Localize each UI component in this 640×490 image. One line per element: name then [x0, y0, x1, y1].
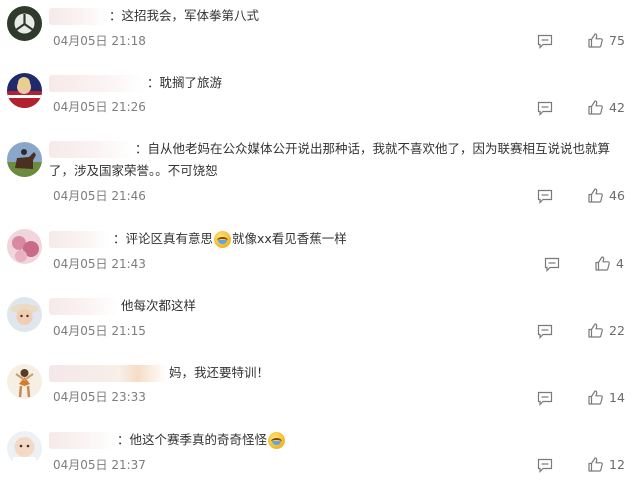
flower-avatar[interactable] — [7, 229, 42, 264]
username-blurred[interactable] — [49, 432, 115, 449]
comment-time: 04月05日 21:37 — [53, 458, 146, 472]
like-count: 46 — [609, 188, 625, 203]
flag-avatar[interactable] — [7, 73, 42, 108]
username-blurred[interactable] — [49, 8, 107, 25]
laughing-tears-icon — [268, 432, 286, 449]
comment-text: 妈，我还要特训！ — [169, 365, 270, 380]
comment-text: ：他这个赛季真的奇奇怪怪 — [117, 432, 268, 447]
comment-time: 04月05日 21:15 — [53, 324, 146, 338]
comment-time: 04月05日 21:43 — [53, 257, 146, 271]
comment-icon[interactable] — [537, 391, 553, 406]
comment-item: 妈，我还要特训！ 04月05日 23:33 14 — [0, 357, 640, 423]
comment-time: 04月05日 23:33 — [53, 390, 146, 404]
comment-text: ：评论区真有意思 — [113, 231, 214, 246]
comment-time: 04月05日 21:26 — [53, 100, 146, 114]
baby-avatar[interactable] — [7, 431, 42, 466]
girl-hat-avatar[interactable] — [7, 297, 42, 332]
like-button[interactable]: 4 — [595, 256, 624, 272]
like-count: 22 — [609, 323, 625, 338]
comment-icon[interactable] — [537, 101, 553, 116]
username-blurred[interactable] — [49, 365, 167, 382]
dancer-avatar[interactable] — [7, 364, 42, 399]
comment-text-after: 就像xx看见香蕉一样 — [232, 231, 347, 246]
thumbs-up-icon — [588, 33, 603, 48]
comment-text: 他每次都这样 — [121, 298, 197, 313]
like-count: 4 — [616, 256, 624, 271]
comment-icon[interactable] — [537, 189, 553, 204]
comment-time: 04月05日 21:46 — [53, 189, 146, 203]
like-button[interactable]: 22 — [588, 323, 625, 339]
like-count: 12 — [609, 457, 625, 472]
username-blurred[interactable] — [49, 141, 133, 158]
like-button[interactable]: 46 — [588, 188, 625, 204]
like-count: 75 — [609, 33, 625, 48]
like-button[interactable]: 75 — [588, 33, 625, 49]
comment-item: 他每次都这样 04月05日 21:15 22 — [0, 290, 640, 356]
thumbs-up-icon — [588, 457, 603, 472]
thumbs-up-icon — [588, 390, 603, 405]
comment-icon[interactable] — [537, 34, 553, 49]
comment-item: ：评论区真有意思 就像xx看见香蕉一样 04月05日 21:43 4 — [0, 223, 640, 289]
comment-text: ：这招我会，军体拳第八式 — [109, 8, 260, 23]
thumbs-up-icon — [588, 323, 603, 338]
username-blurred[interactable] — [49, 75, 145, 92]
username-blurred[interactable] — [49, 231, 111, 248]
comment-item: ：他这个赛季真的奇奇怪怪 04月05日 21:37 12 — [0, 424, 640, 490]
comment-icon[interactable] — [537, 458, 553, 473]
horse-avatar[interactable] — [7, 142, 42, 177]
thumbs-up-icon — [588, 188, 603, 203]
thumbs-up-icon — [595, 256, 610, 271]
comment-text: ：耽搁了旅游 — [147, 75, 223, 90]
username-blurred[interactable] — [49, 298, 119, 315]
thumbs-up-icon — [588, 100, 603, 115]
comment-time: 04月05日 21:18 — [53, 34, 146, 48]
comment-item: ：这招我会，军体拳第八式 04月05日 21:18 75 — [0, 0, 640, 66]
like-button[interactable]: 14 — [588, 390, 625, 406]
like-count: 42 — [609, 100, 625, 115]
panda-dark-avatar[interactable] — [7, 6, 42, 41]
comment-item: ：自从他老妈在公众媒体公开说出那种话，我就不喜欢他了，因为联赛相互说说也就算了，… — [0, 133, 640, 204]
like-button[interactable]: 12 — [588, 457, 625, 473]
laughing-tears-icon — [214, 231, 232, 248]
comment-icon[interactable] — [537, 324, 553, 339]
comment-text: ：自从他老妈在公众媒体公开说出那种话，我就不喜欢他了，因为联赛相互说说也就算了，… — [49, 141, 611, 178]
comment-icon[interactable] — [544, 257, 560, 272]
like-button[interactable]: 42 — [588, 100, 625, 116]
comment-item: ：耽搁了旅游 04月05日 21:26 42 — [0, 66, 640, 132]
like-count: 14 — [609, 390, 625, 405]
